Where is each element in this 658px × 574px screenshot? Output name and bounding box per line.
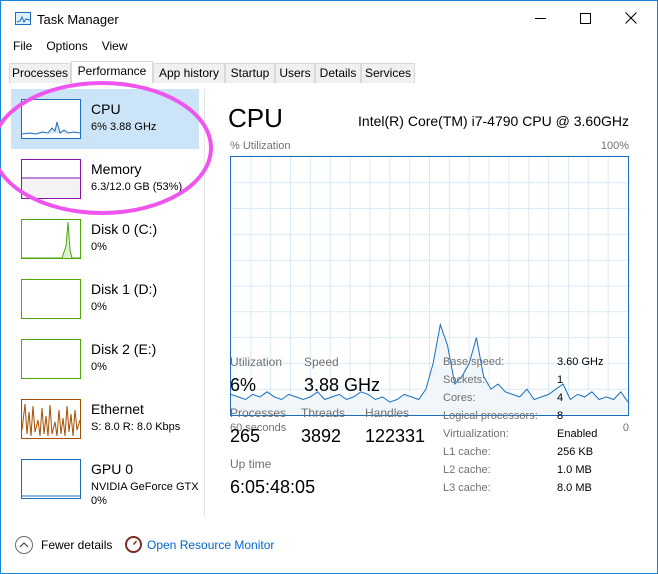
tab-services[interactable]: Services (361, 63, 415, 83)
speed-label: Speed (304, 355, 339, 369)
maximize-button[interactable] (562, 1, 608, 35)
sidebar-item-label: Ethernet (91, 401, 144, 417)
processes-label: Processes (230, 406, 287, 420)
menu-view[interactable]: View (95, 37, 135, 57)
tab-processes[interactable]: Processes (9, 63, 71, 83)
spec-label: L3 cache: (443, 482, 491, 494)
close-button[interactable] (608, 1, 654, 35)
uptime-label: Up time (230, 457, 272, 471)
resource-monitor-icon (125, 536, 142, 553)
cpu-thumbnail-graph (21, 99, 81, 139)
title-bar[interactable]: Task Manager (1, 1, 657, 35)
handles-label: Handles (365, 406, 410, 420)
sidebar-item-detail: 6.3/12.0 GB (53%) (91, 181, 183, 193)
tab-startup[interactable]: Startup (225, 63, 275, 83)
tab-details[interactable]: Details (315, 63, 361, 83)
disk-2-thumbnail-graph (21, 339, 81, 379)
sidebar-item-label: Memory (91, 161, 142, 177)
sidebar-item-gpu-0[interactable]: GPU 0 NVIDIA GeForce GTX 0% (11, 449, 199, 509)
page-title: CPU (228, 103, 283, 133)
tab-performance[interactable]: Performance (71, 61, 153, 83)
window-title: Task Manager (37, 12, 119, 27)
resource-list: CPU 6% 3.88 GHz Memory 6.3/12.0 GB (53%)… (9, 89, 205, 517)
sidebar-item-detail: S: 8.0 R: 8.0 Kbps (91, 421, 181, 433)
sidebar-item-disk-2[interactable]: Disk 2 (E:) 0% (11, 329, 199, 389)
cpu-utilization-graph[interactable] (230, 156, 629, 416)
fewer-details-button[interactable]: Fewer details (41, 538, 112, 552)
sidebar-item-detail: 0% (91, 241, 107, 253)
memory-thumbnail-graph (21, 159, 81, 199)
graph-y-label: % Utilization (230, 140, 291, 152)
sidebar-item-label: CPU (91, 101, 121, 117)
ethernet-thumbnail-graph (21, 399, 81, 439)
tab-app-history[interactable]: App history (153, 63, 225, 83)
spec-value: 256 KB (557, 446, 594, 458)
processes-value: 265 (230, 426, 261, 446)
utilization-value: 6% (230, 375, 257, 395)
sidebar-item-detail: 6% 3.88 GHz (91, 121, 157, 133)
spec-label: Base speed: (443, 356, 505, 368)
spec-value: 8.0 MB (557, 482, 592, 494)
sidebar-item-detail: NVIDIA GeForce GTX (91, 481, 199, 493)
graph-x-right-label: 0 (622, 422, 629, 434)
spec-label: Virtualization: (443, 428, 509, 440)
threads-value: 3892 (301, 426, 342, 446)
sidebar-item-cpu[interactable]: CPU 6% 3.88 GHz (11, 89, 199, 149)
sidebar-item-label: Disk 0 (C:) (91, 221, 158, 237)
handles-value: 122331 (365, 426, 426, 446)
graph-y-max-label: 100% (600, 140, 629, 152)
speed-value: 3.88 GHz (304, 375, 381, 395)
sidebar-item-disk-1[interactable]: Disk 1 (D:) 0% (11, 269, 199, 329)
gpu-0-thumbnail-graph (21, 459, 81, 499)
sidebar-item-label: Disk 2 (E:) (91, 341, 157, 357)
spec-label: Logical processors: (443, 410, 538, 422)
sidebar-item-label: Disk 1 (D:) (91, 281, 158, 297)
sidebar-item-disk-0[interactable]: Disk 0 (C:) 0% (11, 209, 199, 269)
sidebar-item-detail: 0% (91, 361, 107, 373)
tab-strip: Processes Performance App history Startu… (1, 61, 657, 83)
footer-bar: Fewer details Open Resource Monitor (1, 529, 657, 559)
utilization-label: Utilization (230, 355, 283, 369)
spec-value: 8 (557, 410, 564, 422)
spec-value: Enabled (557, 428, 598, 440)
sidebar-item-ethernet[interactable]: Ethernet S: 8.0 R: 8.0 Kbps (11, 389, 199, 449)
sidebar-item-memory[interactable]: Memory 6.3/12.0 GB (53%) (11, 149, 199, 209)
spec-label: Cores: (443, 392, 476, 404)
menu-options[interactable]: Options (39, 37, 94, 57)
minimize-button[interactable] (517, 1, 563, 35)
cpu-model-name: Intel(R) Core(TM) i7-4790 CPU @ 3.60GHz (358, 113, 629, 129)
menu-file[interactable]: File (1, 37, 39, 57)
cpu-detail-panel: CPU Intel(R) Core(TM) i7-4790 CPU @ 3.60… (221, 89, 641, 517)
threads-label: Threads (301, 406, 346, 420)
spec-value: 3.60 GHz (557, 356, 604, 368)
cpu-graph-canvas (231, 157, 628, 415)
spec-label: L1 cache: (443, 446, 491, 458)
task-manager-icon (15, 12, 31, 25)
tab-users[interactable]: Users (275, 63, 315, 83)
sidebar-item-detail: 0% (91, 301, 107, 313)
disk-0-thumbnail-graph (21, 219, 81, 259)
spec-label: L2 cache: (443, 464, 491, 476)
open-resource-monitor-link[interactable]: Open Resource Monitor (147, 538, 274, 552)
chevron-up-icon[interactable] (15, 536, 33, 554)
minimize-icon (534, 17, 546, 19)
uptime-value: 6:05:48:05 (230, 477, 316, 497)
spec-value: 1.0 MB (557, 464, 592, 476)
sidebar-item-detail-2: 0% (91, 495, 107, 507)
sidebar-item-label: GPU 0 (91, 461, 134, 477)
disk-1-thumbnail-graph (21, 279, 81, 319)
menu-bar: File Options View (1, 37, 135, 57)
spec-value: 1 (557, 374, 564, 386)
task-manager-window: Task Manager File Options View Processes… (0, 0, 658, 574)
spec-label: Sockets: (443, 374, 486, 386)
spec-value: 4 (557, 392, 564, 404)
close-icon (625, 12, 637, 24)
maximize-icon (579, 12, 591, 24)
